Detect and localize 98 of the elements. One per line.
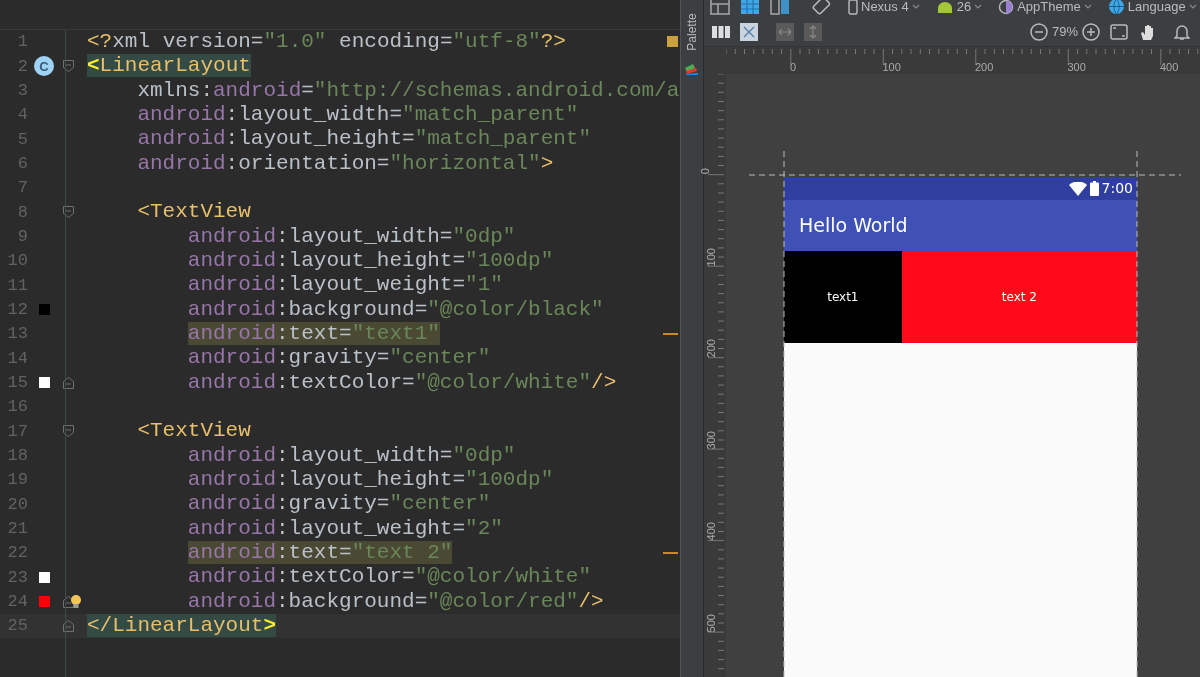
line-number: 22 [6, 542, 28, 565]
palette-tab[interactable]: Palette [684, 6, 700, 58]
device-dropdown[interactable]: Nexus 4 [848, 0, 920, 17]
line-number: 11 [6, 274, 28, 297]
caret-icon [1188, 4, 1197, 10]
ruler-label: 400 [1160, 60, 1179, 76]
code-line: android:gravity="center" [187, 346, 491, 371]
line-number: 21 [6, 518, 28, 540]
palette-icon [684, 62, 700, 76]
status-time: 7:00 [1101, 179, 1133, 198]
bell-icon[interactable] [1174, 23, 1190, 42]
ruler-label: 100 [882, 60, 901, 76]
ruler-label: 300 [703, 430, 718, 449]
line-number: 1 [16, 31, 28, 54]
line-number: 8 [16, 201, 28, 224]
line-number: 19 [6, 469, 28, 492]
code-line: android:gravity="center" [187, 492, 491, 517]
code-line: android:text="text 2" [187, 541, 453, 566]
caret-icon [911, 4, 920, 10]
line-number: 18 [6, 445, 28, 467]
ruler-label: 0 [790, 60, 797, 76]
theme-dropdown[interactable]: AppTheme [998, 0, 1092, 17]
fit-screen-icon[interactable] [1110, 24, 1128, 41]
code-line: android:textColor="@color/white" [187, 565, 592, 590]
line-number: 13 [6, 323, 28, 346]
line-number: 10 [6, 250, 28, 273]
line-number: 16 [6, 396, 28, 419]
theme-icon [998, 0, 1015, 15]
line-number: 4 [16, 104, 28, 127]
code-line: android:layout_width="0dp" [187, 224, 516, 249]
line-number: 3 [16, 80, 28, 103]
line-number: 6 [16, 153, 28, 176]
ruler-label: 200 [975, 60, 994, 76]
hand-icon[interactable] [1140, 23, 1156, 42]
code-line: android:textColor="@color/white"/> [187, 370, 617, 395]
phone-icon [848, 0, 858, 15]
zoom-in-icon[interactable] [1082, 23, 1100, 42]
code-line: </LinearLayout> [87, 614, 277, 639]
text-view-label: text 2 [1001, 289, 1037, 306]
blueprint-view-icon[interactable] [740, 0, 760, 15]
code-line: android:background="@color/red"/> [187, 589, 604, 614]
line-number: 23 [6, 566, 28, 589]
line-number: 2 [16, 55, 28, 78]
line-number: 17 [6, 420, 28, 443]
globe-icon [1107, 0, 1125, 16]
design-view-icon[interactable] [710, 0, 730, 15]
code-line: <TextView [137, 200, 251, 225]
error-stripe-mark[interactable] [663, 332, 678, 335]
ruler-label: 500 [703, 613, 718, 632]
orientation-button[interactable] [810, 0, 832, 15]
ruler-label: 0 [697, 168, 712, 175]
code-line: <TextView [137, 419, 251, 444]
vertical-expand-icon[interactable] [804, 23, 822, 42]
locale-dropdown[interactable]: Language [1107, 0, 1197, 17]
api-level-dropdown[interactable]: 26 [935, 0, 983, 17]
code-line: android:layout_height="100dp" [187, 249, 554, 274]
code-line: android:text="text1" [187, 322, 440, 347]
line-number: 12 [6, 299, 28, 322]
code-line: android:layout_weight="1" [187, 273, 503, 298]
text-view-label: text1 [827, 289, 859, 306]
code-line: xmlns:android="http://schemas.android.com/a [137, 78, 680, 103]
android-icon [935, 0, 954, 14]
wifi-icon [1068, 181, 1087, 196]
split-view-icon[interactable] [770, 0, 790, 15]
code-line: <?xml version="1.0" encoding="utf-8"?> [87, 30, 566, 55]
code-line: android:layout_height="match_parent" [137, 127, 592, 152]
code-line: android:layout_weight="2" [187, 516, 503, 541]
line-number: 24 [6, 590, 28, 613]
code-line: android:layout_height="100dp" [187, 468, 554, 493]
code-line: <LinearLayout [87, 54, 251, 79]
caret-icon [1083, 4, 1092, 10]
code-line: android:layout_width="match_parent" [137, 103, 579, 128]
rotate-icon [810, 0, 832, 15]
code-line: android:background="@color/black" [187, 297, 604, 322]
zoom-out-icon[interactable] [1029, 23, 1048, 42]
ruler-label: 300 [1067, 60, 1086, 76]
code-line: android:layout_width="0dp" [187, 443, 516, 468]
columns-icon[interactable] [712, 25, 730, 40]
caret-icon [974, 4, 983, 10]
ruler-label: 400 [703, 522, 718, 541]
line-number: 14 [6, 347, 28, 370]
horizontal-expand-icon[interactable] [776, 23, 794, 42]
lightbulb-icon[interactable] [70, 593, 82, 610]
line-number: 20 [6, 493, 28, 516]
line-number: 9 [16, 226, 28, 249]
line-number: 7 [16, 177, 28, 200]
class-badge[interactable]: C [34, 56, 54, 77]
error-stripe-mark[interactable] [663, 551, 678, 554]
zoom-level: 79% [1051, 23, 1078, 42]
battery-icon [1089, 181, 1099, 196]
line-number: 5 [16, 128, 28, 151]
code-line: android:orientation="horizontal"> [137, 151, 554, 176]
ruler-label: 100 [703, 247, 718, 266]
ruler-label: 200 [703, 339, 718, 358]
app-title: Hello World [799, 213, 908, 239]
constraint-icon[interactable] [740, 23, 758, 42]
fold-icon[interactable] [62, 595, 74, 608]
line-number: 15 [6, 372, 28, 394]
